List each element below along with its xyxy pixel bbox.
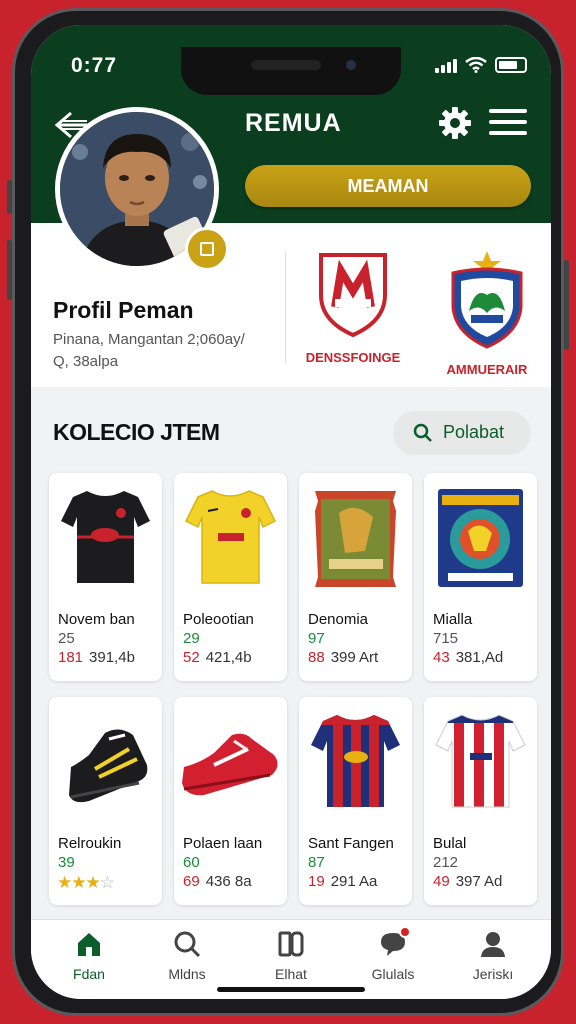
nav-label: Glulals — [371, 966, 415, 982]
status-bar: 0:77 — [31, 47, 551, 95]
striped-jersey-icon — [311, 715, 400, 807]
square-icon — [200, 242, 214, 256]
search-label: Polabat — [443, 422, 505, 442]
gear-icon — [439, 107, 471, 139]
item-price: 49 397 Ad — [433, 873, 503, 890]
red-boot-icon — [182, 733, 278, 796]
home-indicator — [217, 987, 365, 992]
collection-item[interactable]: Sant Fangen 87 19 291 Aa — [299, 697, 412, 905]
user-icon — [481, 932, 505, 957]
nav-item-chat[interactable]: Glulals — [353, 926, 433, 982]
collection-item[interactable]: Polaen laan 60 69 436 8a — [174, 697, 287, 905]
collection-item[interactable]: Relroukin 39 ★★★☆ — [49, 697, 162, 905]
settings-button[interactable] — [437, 105, 477, 145]
item-price: 19 291 Aa — [308, 873, 378, 890]
search-icon — [413, 423, 432, 442]
item-name: Relroukin — [58, 835, 122, 852]
yellow-jersey-icon — [184, 490, 277, 584]
cards-icon — [278, 931, 304, 957]
search-icon — [174, 931, 201, 958]
item-name: Polaen laan — [183, 835, 263, 852]
red-shield-crest-icon — [319, 253, 387, 338]
notch — [181, 47, 401, 95]
rating-stars: ★★★☆ — [57, 873, 115, 892]
item-number: 212 — [433, 854, 459, 871]
profile-name: Profil Peman — [53, 297, 194, 323]
red-white-jersey-icon — [435, 714, 526, 808]
item-name: Sant Fangen — [308, 835, 394, 852]
item-number: 87 — [308, 854, 325, 871]
section-title: KOLECIO JTEM — [53, 419, 220, 445]
club-item[interactable]: DENSSFOINGE — [293, 251, 413, 365]
nav-item-cards[interactable]: Elhat — [251, 930, 331, 982]
notification-dot — [399, 926, 411, 938]
item-number: 715 — [433, 630, 459, 647]
nav-item-search[interactable]: Mldns — [147, 930, 227, 982]
item-number: 97 — [308, 630, 325, 647]
search-button[interactable]: Polabat — [393, 411, 531, 455]
phone-frame: 0:77 REMUA MEAMAN Profil Peman Pinana, M… — [12, 8, 564, 1016]
collection-item[interactable]: Poleootian 29 52 421,4b — [174, 473, 287, 681]
black-boot-icon — [69, 729, 148, 803]
item-name: Bulal — [433, 835, 467, 852]
item-price: 69 436 8a — [183, 873, 252, 890]
club-item[interactable]: AMMUERAIR — [427, 251, 547, 377]
item-number: 25 — [58, 630, 75, 647]
battery-icon — [495, 57, 527, 73]
item-price: 43 381,Ad — [433, 649, 504, 666]
divider — [285, 251, 286, 363]
item-price: 52 421,4b — [183, 649, 252, 666]
nav-item-profile[interactable]: Jeriskı — [453, 930, 533, 982]
app-screen: 0:77 REMUA MEAMAN Profil Peman Pinana, M… — [31, 25, 551, 999]
edit-photo-button[interactable] — [185, 227, 229, 271]
wifi-icon — [465, 57, 487, 73]
item-number: 39 — [58, 854, 75, 871]
item-number: 29 — [183, 630, 200, 647]
collection-item[interactable]: Novem ban 25 181 391,4b — [49, 473, 162, 681]
item-name: Mialla — [433, 611, 473, 628]
profile-meta: Pinana, Mangantan 2;060ay/ — [53, 331, 245, 348]
sticker-pack-icon — [438, 489, 523, 587]
item-name: Novem ban — [58, 611, 135, 628]
nav-label: Jeriskı — [472, 966, 514, 982]
collection-item[interactable]: Bulal 212 49 397 Ad — [424, 697, 537, 905]
snack-pack-icon — [315, 491, 396, 587]
home-icon — [78, 933, 100, 956]
collection-item[interactable]: Denomia 97 88 399 Art — [299, 473, 412, 681]
collection-item[interactable]: Mialla 715 43 381,Ad — [424, 473, 537, 681]
club-label: DENSSFOINGE — [305, 350, 401, 365]
profile-meta: Q, 38alpa — [53, 353, 119, 370]
status-time: 0:77 — [71, 54, 118, 77]
item-name: Poleootian — [183, 611, 254, 628]
status-icons — [435, 57, 527, 73]
nav-label: Elhat — [275, 966, 307, 982]
page-title: REMUA — [245, 109, 342, 137]
nav-label: Fdan — [73, 966, 105, 982]
nav-label: Mldns — [168, 966, 206, 982]
blue-shield-crest-icon — [451, 251, 523, 349]
signal-icon — [435, 59, 457, 73]
club-label: AMMUERAIR — [446, 362, 528, 377]
nav-item-home[interactable]: Fdan — [49, 930, 129, 982]
menu-button[interactable] — [489, 109, 527, 139]
item-price: 181 391,4b — [58, 649, 135, 666]
item-price: 88 399 Art — [308, 649, 379, 666]
black-jersey-icon — [61, 491, 150, 583]
primary-action-button[interactable]: MEAMAN — [245, 165, 531, 207]
item-name: Denomia — [308, 611, 369, 628]
item-number: 60 — [183, 854, 200, 871]
